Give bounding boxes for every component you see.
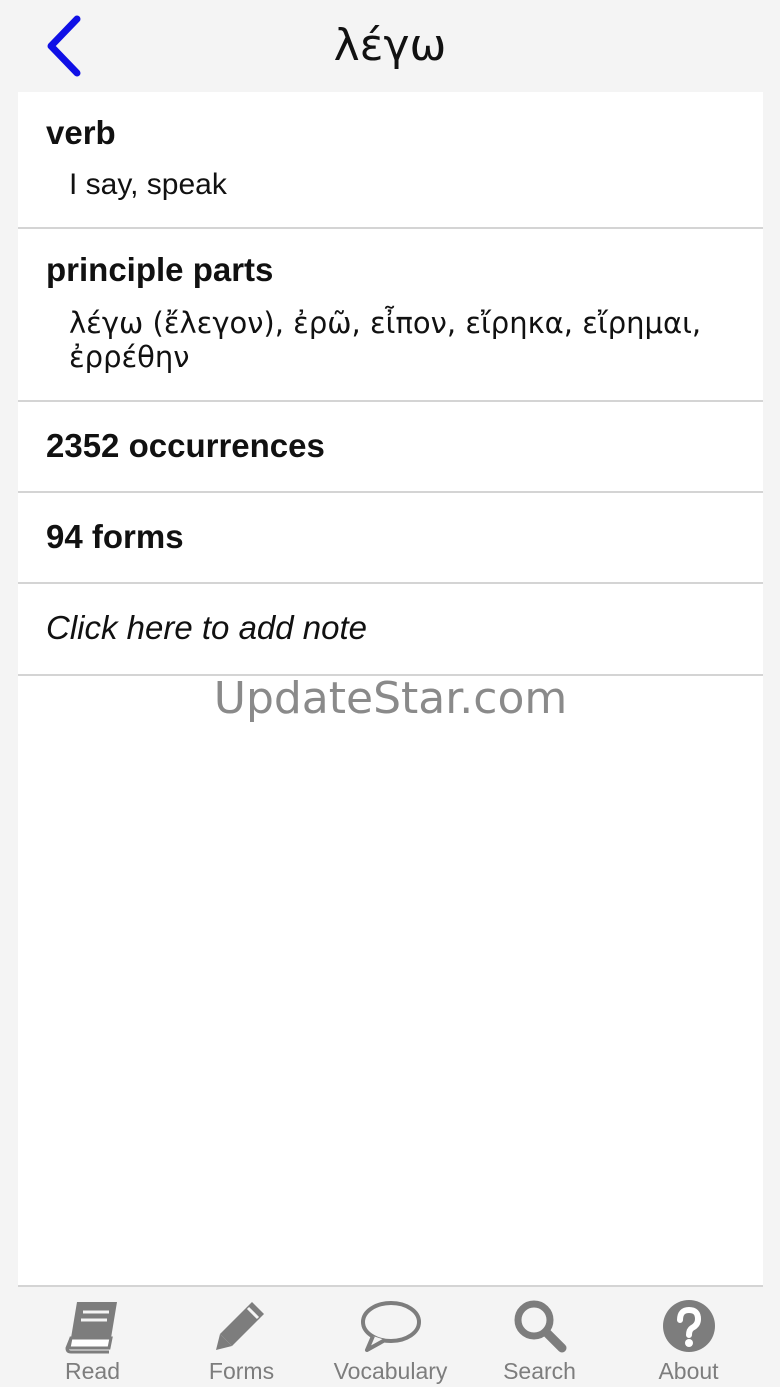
tab-vocabulary[interactable]: Vocabulary bbox=[316, 1287, 465, 1387]
tab-about-label: About bbox=[658, 1358, 719, 1384]
tab-vocabulary-label: Vocabulary bbox=[333, 1358, 448, 1384]
principal-parts-label: principle parts bbox=[46, 251, 274, 288]
forms-label: 94 forms bbox=[46, 518, 184, 555]
app-screen: λέγω verb I say, speak principle parts λ… bbox=[0, 0, 780, 1387]
tab-read[interactable]: Read bbox=[18, 1287, 167, 1387]
tab-about[interactable]: About bbox=[614, 1287, 763, 1387]
magnifier-icon bbox=[514, 1300, 566, 1353]
watermark-text: UpdateStar.com bbox=[213, 673, 568, 724]
principal-parts-text: λέγω (ἔλεγον), ἐρῶ, εἶπον, εἴρηκα, εἴρημ… bbox=[69, 306, 702, 374]
add-note-row[interactable]: Click here to add note bbox=[18, 584, 763, 676]
tab-search[interactable]: Search bbox=[465, 1287, 614, 1387]
tab-bar: Read Forms Vocabulary Search About bbox=[18, 1285, 763, 1387]
book-icon bbox=[64, 1302, 117, 1354]
tab-read-label: Read bbox=[65, 1358, 120, 1384]
entry-detail-list: verb I say, speak principle parts λέγω (… bbox=[18, 92, 763, 1285]
navigation-bar: λέγω bbox=[0, 0, 780, 92]
tab-forms-label: Forms bbox=[208, 1358, 275, 1384]
occurrences-label: 2352 occurrences bbox=[46, 427, 325, 464]
part-of-speech-row: verb I say, speak bbox=[18, 92, 763, 229]
tab-forms[interactable]: Forms bbox=[167, 1287, 316, 1387]
occurrences-row[interactable]: 2352 occurrences bbox=[18, 402, 763, 493]
pencil-icon bbox=[215, 1302, 264, 1350]
part-of-speech-label: verb bbox=[46, 114, 116, 151]
speech-bubble-icon bbox=[360, 1301, 421, 1352]
forms-row[interactable]: 94 forms bbox=[18, 493, 763, 584]
page-title: λέγω bbox=[333, 20, 447, 71]
meaning-text: I say, speak bbox=[69, 168, 227, 201]
principal-parts-row: principle parts λέγω (ἔλεγον), ἐρῶ, εἶπο… bbox=[18, 229, 763, 402]
question-circle-icon bbox=[662, 1300, 715, 1352]
tab-search-label: Search bbox=[503, 1358, 576, 1384]
add-note-prompt: Click here to add note bbox=[46, 609, 368, 646]
